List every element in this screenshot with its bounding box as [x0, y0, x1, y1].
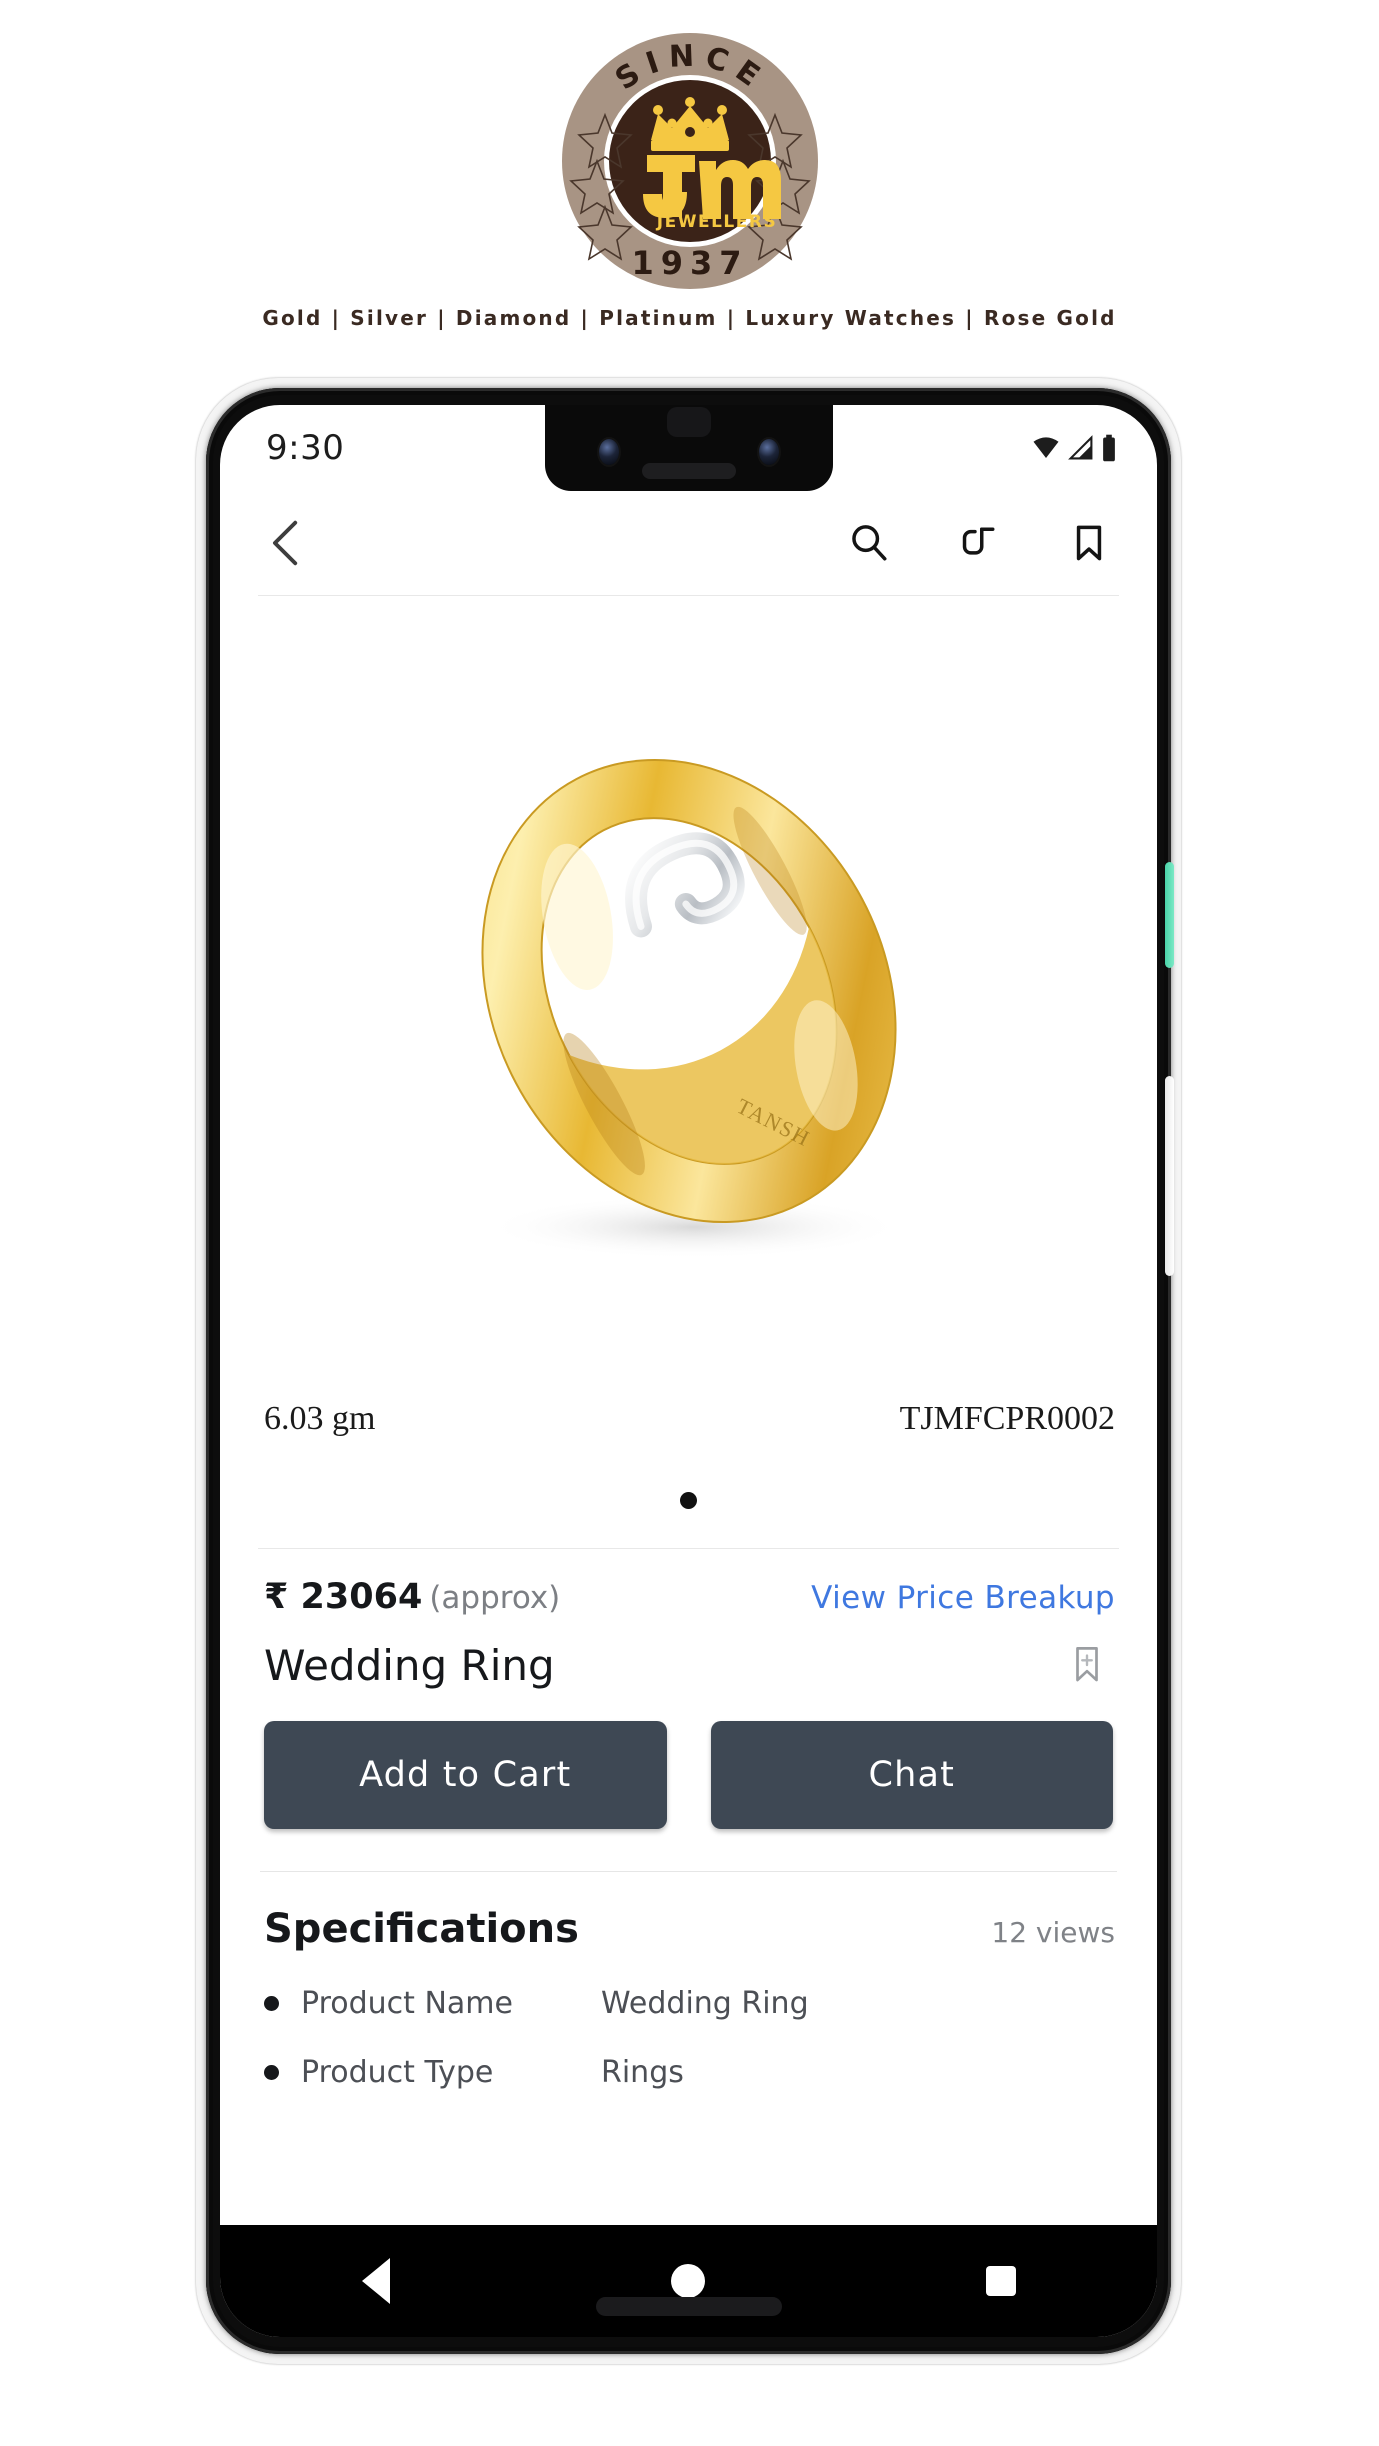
page-root: SINCE 1937 JEWELLERS Gold | Silver | Dia… — [0, 0, 1379, 2446]
bookmark-button[interactable] — [1063, 517, 1115, 569]
product-sku: TJMFCPR0002 — [899, 1400, 1115, 1437]
bookmark-add-icon — [1076, 1647, 1098, 1682]
notch-inner — [545, 405, 833, 491]
share-button[interactable] — [953, 517, 1005, 569]
sensor-blob — [666, 407, 711, 437]
phone-device: 9:30 TANSH 6.03 gm TJMFCPR0002 ₹ 23064 (… — [196, 378, 1181, 2364]
add-to-cart-button[interactable]: Add to Cart — [264, 1721, 667, 1829]
product-weight: 6.03 gm — [264, 1400, 376, 1437]
status-time: 9:30 — [266, 428, 345, 468]
volume-button[interactable] — [1165, 1076, 1174, 1276]
view-count: 12 views — [991, 1916, 1115, 1949]
toolbar-actions — [843, 517, 1115, 569]
earpiece-speaker — [641, 463, 736, 479]
product-title: Wedding Ring — [264, 1640, 555, 1690]
bullet-icon — [264, 2065, 279, 2080]
wifi-icon — [1033, 437, 1059, 458]
carousel-dot-active[interactable] — [680, 1491, 697, 1509]
power-button[interactable] — [1165, 862, 1174, 968]
save-bookmark-button[interactable] — [1061, 1639, 1113, 1691]
back-button[interactable] — [260, 517, 312, 569]
spec-value: Wedding Ring — [601, 1986, 809, 2021]
price-block: ₹ 23064 (approx) — [264, 1577, 560, 1617]
brand-header: SINCE 1937 JEWELLERS Gold | Silver | Dia… — [0, 0, 1379, 350]
view-price-breakup-link[interactable]: View Price Breakup — [811, 1580, 1115, 1616]
spec-key: Product Name — [301, 1986, 513, 2021]
android-navigation-bar — [220, 2225, 1157, 2337]
app-toolbar — [220, 491, 1157, 595]
price-approx-label: (approx) — [429, 1580, 561, 1616]
specifications-header: Specifications 12 views — [264, 1906, 1115, 1952]
search-button[interactable] — [843, 517, 895, 569]
phone-screen: 9:30 TANSH 6.03 gm TJMFCPR0002 ₹ 23064 (… — [220, 405, 1157, 2337]
front-camera-left-icon — [598, 439, 619, 465]
bullet-icon — [264, 1996, 279, 2011]
nav-back-button[interactable] — [316, 2241, 436, 2321]
status-icons — [1031, 434, 1117, 462]
triangle-back-icon — [362, 2258, 391, 2304]
product-image-carousel[interactable]: TANSH — [220, 596, 1157, 1386]
price-row: ₹ 23064 (approx) View Price Breakup — [220, 1549, 1157, 1617]
phone-body: 9:30 TANSH 6.03 gm TJMFCPR0002 ₹ 23064 (… — [206, 388, 1174, 2354]
phone-notch — [544, 405, 833, 491]
product-meta-row: 6.03 gm TJMFCPR0002 — [220, 1386, 1157, 1452]
spec-row: Product Name Wedding Ring — [264, 1986, 1115, 2021]
product-title-row: Wedding Ring — [220, 1617, 1157, 1691]
circle-home-icon — [671, 2264, 706, 2298]
search-icon — [852, 525, 887, 561]
cellular-signal-icon — [1068, 435, 1093, 460]
logo-svg: SINCE 1937 JEWELLERS — [558, 30, 821, 292]
spec-key: Product Type — [301, 2055, 494, 2090]
jm-jewellers-logo: SINCE 1937 JEWELLERS — [551, 22, 829, 300]
square-recents-icon — [985, 2266, 1016, 2296]
bookmark-icon — [1076, 525, 1102, 561]
nav-recents-button[interactable] — [941, 2241, 1061, 2321]
battery-icon — [1103, 434, 1115, 462]
share-icon — [962, 527, 995, 555]
svg-text:1937: 1937 — [631, 244, 748, 282]
price-amount: ₹ 23064 — [264, 1577, 423, 1617]
bottom-speaker-grille — [595, 2297, 782, 2316]
app-screen: 9:30 TANSH 6.03 gm TJMFCPR0002 ₹ 23064 (… — [220, 405, 1157, 2337]
chevron-left-icon — [272, 520, 298, 566]
spec-value: Rings — [601, 2055, 684, 2090]
carousel-dots[interactable] — [220, 1452, 1157, 1548]
action-buttons: Add to Cart Chat — [220, 1691, 1157, 1829]
svg-text:JEWELLERS: JEWELLERS — [655, 212, 776, 232]
specifications-title: Specifications — [264, 1906, 579, 1952]
brand-tagline: Gold | Silver | Diamond | Platinum | Lux… — [262, 306, 1117, 330]
chat-button[interactable]: Chat — [710, 1721, 1113, 1829]
product-image-gold-ring: TANSH — [480, 758, 904, 1259]
front-camera-right-icon — [758, 439, 779, 465]
spec-row: Product Type Rings — [264, 2055, 1115, 2090]
